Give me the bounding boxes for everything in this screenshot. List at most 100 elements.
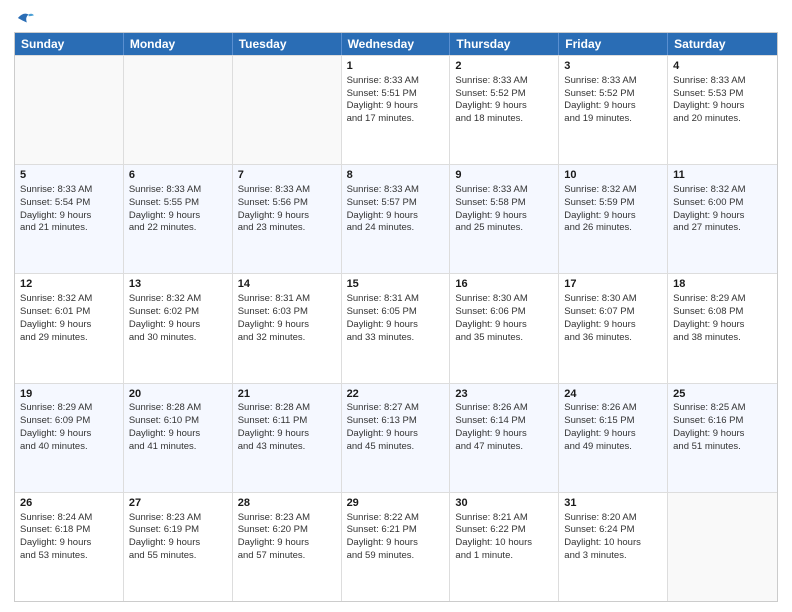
day-info-line: and 53 minutes. <box>20 550 118 563</box>
day-info-line: Daylight: 9 hours <box>129 537 227 550</box>
day-info-line: Sunrise: 8:33 AM <box>20 184 118 197</box>
day-info-line: Sunset: 5:55 PM <box>129 197 227 210</box>
day-info-line: and 51 minutes. <box>673 441 772 454</box>
calendar-day-21: 21Sunrise: 8:28 AMSunset: 6:11 PMDayligh… <box>233 384 342 492</box>
calendar-day-11: 11Sunrise: 8:32 AMSunset: 6:00 PMDayligh… <box>668 165 777 273</box>
day-info-line: Sunset: 6:19 PM <box>129 524 227 537</box>
day-info-line: and 36 minutes. <box>564 332 662 345</box>
day-info-line: Daylight: 9 hours <box>673 100 772 113</box>
day-number-6: 6 <box>129 168 227 183</box>
day-info-line: Daylight: 9 hours <box>347 100 445 113</box>
day-number-3: 3 <box>564 59 662 74</box>
day-info-line: Sunset: 6:16 PM <box>673 415 772 428</box>
calendar-empty-cell <box>124 56 233 164</box>
day-info-line: Daylight: 9 hours <box>347 210 445 223</box>
day-info-line: Daylight: 9 hours <box>347 537 445 550</box>
day-info-line: and 18 minutes. <box>455 113 553 126</box>
day-info-line: Daylight: 9 hours <box>238 210 336 223</box>
day-info-line: and 32 minutes. <box>238 332 336 345</box>
day-info-line: Sunset: 6:09 PM <box>20 415 118 428</box>
day-info-line: Sunset: 5:52 PM <box>455 88 553 101</box>
day-info-line: Sunset: 5:58 PM <box>455 197 553 210</box>
calendar-day-7: 7Sunrise: 8:33 AMSunset: 5:56 PMDaylight… <box>233 165 342 273</box>
calendar-day-19: 19Sunrise: 8:29 AMSunset: 6:09 PMDayligh… <box>15 384 124 492</box>
day-info-line: Sunset: 5:53 PM <box>673 88 772 101</box>
day-info-line: Sunset: 6:03 PM <box>238 306 336 319</box>
calendar-day-29: 29Sunrise: 8:22 AMSunset: 6:21 PMDayligh… <box>342 493 451 601</box>
calendar-day-20: 20Sunrise: 8:28 AMSunset: 6:10 PMDayligh… <box>124 384 233 492</box>
day-info-line: Daylight: 9 hours <box>673 319 772 332</box>
calendar-day-12: 12Sunrise: 8:32 AMSunset: 6:01 PMDayligh… <box>15 274 124 382</box>
day-info-line: and 26 minutes. <box>564 222 662 235</box>
day-info-line: Sunrise: 8:32 AM <box>20 293 118 306</box>
day-info-line: Daylight: 9 hours <box>455 100 553 113</box>
day-info-line: Sunrise: 8:20 AM <box>564 512 662 525</box>
day-info-line: and 35 minutes. <box>455 332 553 345</box>
day-number-24: 24 <box>564 387 662 402</box>
day-number-17: 17 <box>564 277 662 292</box>
day-number-10: 10 <box>564 168 662 183</box>
day-info-line: Sunrise: 8:28 AM <box>129 402 227 415</box>
day-number-27: 27 <box>129 496 227 511</box>
day-number-12: 12 <box>20 277 118 292</box>
calendar-day-2: 2Sunrise: 8:33 AMSunset: 5:52 PMDaylight… <box>450 56 559 164</box>
day-info-line: Sunrise: 8:31 AM <box>347 293 445 306</box>
day-info-line: and 3 minutes. <box>564 550 662 563</box>
calendar-day-25: 25Sunrise: 8:25 AMSunset: 6:16 PMDayligh… <box>668 384 777 492</box>
day-number-9: 9 <box>455 168 553 183</box>
day-number-7: 7 <box>238 168 336 183</box>
day-info-line: and 30 minutes. <box>129 332 227 345</box>
day-info-line: Sunset: 6:15 PM <box>564 415 662 428</box>
day-info-line: Sunset: 6:06 PM <box>455 306 553 319</box>
day-info-line: Sunrise: 8:24 AM <box>20 512 118 525</box>
day-info-line: and 33 minutes. <box>347 332 445 345</box>
day-info-line: Daylight: 9 hours <box>129 428 227 441</box>
day-info-line: Sunrise: 8:32 AM <box>129 293 227 306</box>
logo-text <box>14 10 34 26</box>
day-number-18: 18 <box>673 277 772 292</box>
day-info-line: Sunrise: 8:30 AM <box>564 293 662 306</box>
day-info-line: Daylight: 9 hours <box>20 210 118 223</box>
day-number-15: 15 <box>347 277 445 292</box>
page: SundayMondayTuesdayWednesdayThursdayFrid… <box>0 0 792 612</box>
day-info-line: Daylight: 9 hours <box>20 428 118 441</box>
calendar-day-9: 9Sunrise: 8:33 AMSunset: 5:58 PMDaylight… <box>450 165 559 273</box>
day-info-line: Sunset: 6:21 PM <box>347 524 445 537</box>
day-info-line: Daylight: 10 hours <box>455 537 553 550</box>
day-info-line: Sunrise: 8:32 AM <box>673 184 772 197</box>
calendar-body: 1Sunrise: 8:33 AMSunset: 5:51 PMDaylight… <box>15 55 777 601</box>
day-info-line: Sunrise: 8:26 AM <box>455 402 553 415</box>
day-info-line: and 47 minutes. <box>455 441 553 454</box>
day-info-line: Daylight: 9 hours <box>20 537 118 550</box>
calendar-day-16: 16Sunrise: 8:30 AMSunset: 6:06 PMDayligh… <box>450 274 559 382</box>
day-info-line: Sunrise: 8:33 AM <box>347 184 445 197</box>
calendar-day-17: 17Sunrise: 8:30 AMSunset: 6:07 PMDayligh… <box>559 274 668 382</box>
day-info-line: Daylight: 9 hours <box>564 428 662 441</box>
day-info-line: and 29 minutes. <box>20 332 118 345</box>
day-info-line: Sunset: 6:13 PM <box>347 415 445 428</box>
day-number-8: 8 <box>347 168 445 183</box>
day-info-line: Daylight: 9 hours <box>564 210 662 223</box>
calendar-day-3: 3Sunrise: 8:33 AMSunset: 5:52 PMDaylight… <box>559 56 668 164</box>
day-number-2: 2 <box>455 59 553 74</box>
calendar-empty-cell <box>233 56 342 164</box>
day-info-line: and 25 minutes. <box>455 222 553 235</box>
calendar-day-15: 15Sunrise: 8:31 AMSunset: 6:05 PMDayligh… <box>342 274 451 382</box>
day-number-28: 28 <box>238 496 336 511</box>
calendar-day-31: 31Sunrise: 8:20 AMSunset: 6:24 PMDayligh… <box>559 493 668 601</box>
day-info-line: and 22 minutes. <box>129 222 227 235</box>
day-info-line: Daylight: 9 hours <box>455 319 553 332</box>
day-info-line: and 23 minutes. <box>238 222 336 235</box>
day-info-line: and 1 minute. <box>455 550 553 563</box>
day-info-line: Sunrise: 8:23 AM <box>129 512 227 525</box>
calendar-day-4: 4Sunrise: 8:33 AMSunset: 5:53 PMDaylight… <box>668 56 777 164</box>
weekday-header-thursday: Thursday <box>450 33 559 55</box>
calendar-empty-cell <box>15 56 124 164</box>
calendar-row-2: 5Sunrise: 8:33 AMSunset: 5:54 PMDaylight… <box>15 164 777 273</box>
day-number-4: 4 <box>673 59 772 74</box>
day-info-line: Sunset: 6:01 PM <box>20 306 118 319</box>
day-number-11: 11 <box>673 168 772 183</box>
day-number-22: 22 <box>347 387 445 402</box>
day-info-line: Sunrise: 8:33 AM <box>129 184 227 197</box>
day-number-19: 19 <box>20 387 118 402</box>
